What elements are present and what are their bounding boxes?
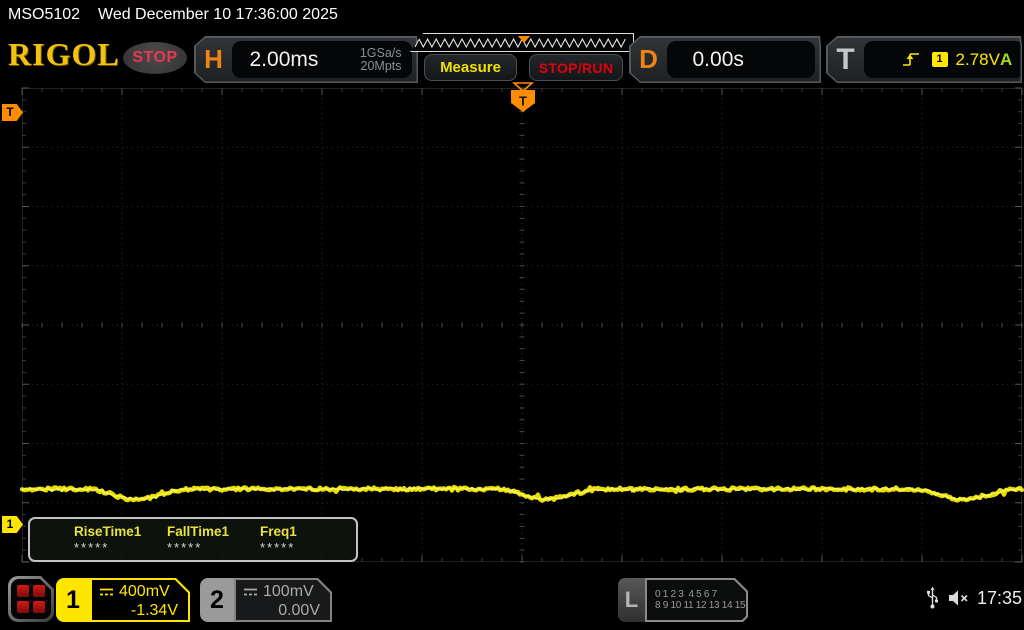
scope-display: T	[22, 88, 1022, 562]
measurement-risetime: RiseTime1 *****	[74, 524, 167, 555]
channel2-offset: 0.00V	[236, 602, 320, 620]
channel1-status-box[interactable]: 1 400mV -1.34V	[56, 578, 190, 622]
trigger-delay-box[interactable]: D 0.00s	[629, 36, 821, 83]
channel1-offset: -1.34V	[92, 602, 178, 620]
sample-rate: 1GSa/s	[360, 47, 402, 60]
system-datetime: Wed December 10 17:36:00 2025	[98, 0, 338, 30]
digital-channels-row2: 8 9 10 11 12 13 14 15	[655, 600, 745, 611]
grid-squares-icon	[11, 579, 51, 619]
logic-analyzer-status-box[interactable]: L 0 1 2 3 4 5 6 7 8 9 10 11 12 13 14 15	[618, 578, 748, 622]
measurement-falltime: FallTime1 *****	[167, 524, 260, 555]
measurement-results-panel[interactable]: RiseTime1 ***** FallTime1 ***** Freq1 **…	[28, 517, 358, 562]
acquisition-state-label: STOP	[132, 49, 177, 67]
dc-coupling-icon	[243, 587, 258, 597]
model-name: MSO5102	[8, 0, 80, 30]
trigger-mode-auto: A	[1000, 50, 1012, 70]
logic-analyzer-tab: L	[618, 578, 645, 622]
rigol-logo: RIGOL	[8, 36, 120, 73]
rising-edge-trigger-icon	[902, 51, 921, 68]
measurement-label: Freq1	[260, 524, 353, 539]
memory-zigzag-icon	[411, 34, 632, 50]
svg-text:T: T	[519, 93, 527, 108]
measure-button-label: Measure	[440, 59, 501, 76]
waveform-memory-bar[interactable]	[410, 33, 634, 52]
channel1-position-marker[interactable]: 1	[2, 516, 23, 533]
dc-coupling-icon	[99, 587, 114, 597]
measurement-label: RiseTime1	[74, 524, 167, 539]
trigger-level-marker[interactable]: T	[2, 104, 23, 121]
speaker-muted-icon	[948, 589, 970, 607]
acquisition-state-indicator: STOP	[123, 42, 187, 74]
measurement-value: *****	[167, 540, 260, 555]
trigger-label: T	[828, 43, 864, 77]
waveform-plot: T	[22, 88, 1022, 562]
timebase-value: 2.00ms	[250, 48, 319, 72]
delay-label: D	[631, 44, 667, 75]
memory-depth: 20Mpts	[360, 60, 402, 73]
trigger-source-badge: 1	[932, 52, 948, 67]
oscilloscope-screen: MSO5102 Wed December 10 17:36:00 2025 RI…	[0, 0, 1024, 630]
delay-value: 0.00s	[693, 48, 744, 72]
channel1-number-tab: 1	[56, 578, 90, 622]
measurement-value: *****	[74, 540, 167, 555]
status-bar: MSO5102 Wed December 10 17:36:00 2025	[0, 0, 1024, 32]
trigger-settings-box[interactable]: T 1 2.78V A	[826, 36, 1022, 83]
channel2-number-tab: 2	[200, 578, 234, 622]
channel-menu-button[interactable]	[8, 576, 54, 622]
stop-run-button[interactable]: STOP/RUN	[529, 54, 623, 81]
horizontal-label: H	[196, 44, 232, 75]
channel2-scale: 100mV	[263, 583, 314, 601]
measure-button[interactable]: Measure	[424, 54, 517, 81]
digital-channel-list: 0 1 2 3 4 5 6 7 8 9 10 11 12 13 14 15	[647, 580, 746, 620]
channel1-scale: 400mV	[119, 583, 170, 601]
clock: 17:35	[977, 588, 1022, 609]
measurement-value: *****	[260, 540, 353, 555]
measurement-label: FallTime1	[167, 524, 260, 539]
header-bar: RIGOL STOP H 2.00ms 1GSa/s 20Mpts Measur…	[0, 32, 1024, 88]
bottom-bar: 1 400mV -1.34V 2	[0, 570, 1024, 630]
sample-rate-readout: 1GSa/s 20Mpts	[360, 47, 402, 73]
usb-device-icon	[926, 586, 939, 610]
stop-run-button-label: STOP/RUN	[539, 60, 614, 76]
horizontal-settings-box[interactable]: H 2.00ms 1GSa/s 20Mpts	[194, 36, 418, 83]
trigger-level-value: 2.78V	[956, 50, 1000, 70]
channel2-status-box[interactable]: 2 100mV 0.00V	[200, 578, 332, 622]
digital-channels-row1: 0 1 2 3 4 5 6 7	[655, 589, 717, 600]
measurement-freq: Freq1 *****	[260, 524, 353, 555]
